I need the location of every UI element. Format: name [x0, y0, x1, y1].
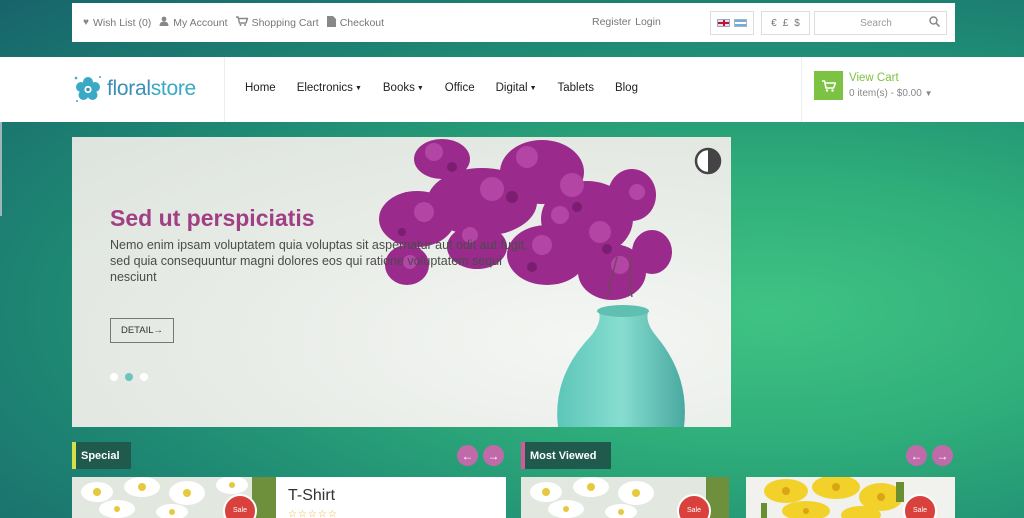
argentina-flag-icon[interactable] [734, 19, 747, 27]
view-cart-widget[interactable]: View Cart 0 item(s) - $0.00 ▼ [814, 71, 933, 100]
store-logo[interactable]: floralstore [72, 69, 196, 109]
search-input[interactable] [815, 12, 923, 34]
arrow-right-icon[interactable]: → [483, 445, 504, 466]
cart-text: View Cart 0 item(s) - $0.00 ▼ [849, 72, 933, 99]
wishlist-label: Wish List (0) [92, 16, 152, 29]
most-viewed-section-header: Most Viewed [521, 442, 611, 469]
shopping-cart-label: Shopping Cart [251, 16, 319, 29]
wishlist-link[interactable]: ♥ Wish List (0) [83, 17, 151, 29]
product-image: Sale [521, 477, 729, 518]
english-flag-icon[interactable] [717, 19, 730, 27]
cart-summary: 0 item(s) - $0.00 ▼ [849, 88, 933, 99]
language-switcher [710, 11, 754, 35]
menu-label-digital: Digital [495, 82, 528, 94]
menu-label-office: Office [444, 82, 475, 94]
checkout-icon [326, 15, 336, 30]
menu-label-blog: Blog [614, 82, 638, 94]
special-section-header: Special [72, 442, 131, 469]
my-account-label: My Account [173, 16, 228, 29]
most-viewed-product-card[interactable]: Sale [521, 477, 729, 518]
most-viewed-product-card-2[interactable]: Sale [746, 477, 955, 518]
checkout-label: Checkout [339, 16, 385, 29]
product-image: Sale [72, 477, 276, 518]
caret-down-icon: ▼ [354, 84, 362, 92]
account-actions: Register Login [592, 16, 661, 28]
section-accent-bar [72, 442, 76, 469]
cart-summary-text: 0 item(s) - $0.00 [849, 88, 922, 99]
flower-logo-icon [74, 76, 101, 102]
caret-down-icon: ▼ [924, 89, 933, 98]
top-bar: ♥ Wish List (0) My Account Shopping Cart… [72, 3, 955, 42]
logo-text-part2: store [150, 77, 196, 100]
menu-label-home: Home [245, 82, 276, 94]
heart-icon: ♥ [83, 17, 89, 28]
view-cart-label: View Cart [849, 72, 899, 84]
cart-icon [821, 79, 836, 92]
main-menu: Home Electronics ▼ Books ▼ Office Digital ▼… [245, 82, 659, 94]
logo-text-part1: floral [107, 77, 151, 100]
slide-title: Sed ut perspiciatis [110, 205, 315, 231]
slider-pagination [110, 373, 148, 381]
currency-euro[interactable]: € [771, 18, 777, 29]
register-link[interactable]: Register [592, 16, 631, 28]
hero-slider: Sed ut perspiciatis Nemo enim ipsam volu… [72, 137, 731, 427]
detail-button[interactable]: DETAIL→ [110, 318, 174, 343]
cart-icon-box [814, 71, 843, 100]
product-image: Sale [746, 477, 955, 518]
caret-down-icon: ▼ [529, 84, 537, 92]
menu-item-tablets[interactable]: Tablets [558, 82, 594, 94]
menu-label-books: Books [382, 82, 415, 94]
cart-divider [801, 57, 802, 122]
most-viewed-carousel-arrows: ← → [906, 445, 953, 466]
cart-icon [235, 16, 249, 29]
currency-switcher: € £ $ [761, 11, 810, 35]
currency-pound[interactable]: £ [783, 18, 789, 29]
arrow-left-icon[interactable]: ← [906, 445, 927, 466]
currency-dollar[interactable]: $ [794, 18, 800, 29]
main-navbar: floralstore Home Electronics ▼ Books ▼ Off… [0, 57, 1024, 122]
my-account-link[interactable]: My Account [159, 16, 228, 29]
menu-item-home[interactable]: Home [245, 82, 276, 94]
product-title[interactable]: T-Shirt [288, 487, 335, 505]
caret-down-icon: ▼ [416, 84, 424, 92]
special-title: Special [81, 449, 120, 462]
arrow-left-icon[interactable]: ← [457, 445, 478, 466]
slide-description: Nemo enim ipsam voluptatem quia voluptas… [110, 238, 528, 284]
contrast-toggle-icon[interactable] [694, 147, 722, 175]
menu-label-tablets: Tablets [557, 82, 594, 94]
special-carousel-arrows: ← → [457, 445, 504, 466]
slider-dot[interactable] [110, 373, 118, 381]
top-links: ♥ Wish List (0) My Account Shopping Cart… [83, 15, 392, 30]
section-accent-bar [521, 442, 525, 469]
shopping-cart-link[interactable]: Shopping Cart [235, 16, 319, 29]
most-viewed-title: Most Viewed [530, 449, 597, 462]
logo-text: floralstore [107, 77, 196, 101]
checkout-link[interactable]: Checkout [326, 15, 385, 30]
slider-dot[interactable] [140, 373, 148, 381]
slider-dot-active[interactable] [125, 373, 133, 381]
logo-divider [224, 57, 225, 122]
menu-item-books[interactable]: Books ▼ [383, 82, 424, 94]
search-box [814, 11, 947, 35]
menu-item-digital[interactable]: Digital ▼ [496, 82, 537, 94]
menu-item-blog[interactable]: Blog [615, 82, 638, 94]
user-icon [159, 16, 169, 29]
arrow-right-icon[interactable]: → [932, 445, 953, 466]
menu-label-electronics: Electronics [296, 82, 353, 94]
rating-stars: ☆☆☆☆☆ [288, 509, 338, 518]
menu-item-electronics[interactable]: Electronics ▼ [297, 82, 362, 94]
login-link[interactable]: Login [635, 16, 661, 28]
menu-item-office[interactable]: Office [445, 82, 475, 94]
search-icon[interactable] [923, 16, 945, 30]
